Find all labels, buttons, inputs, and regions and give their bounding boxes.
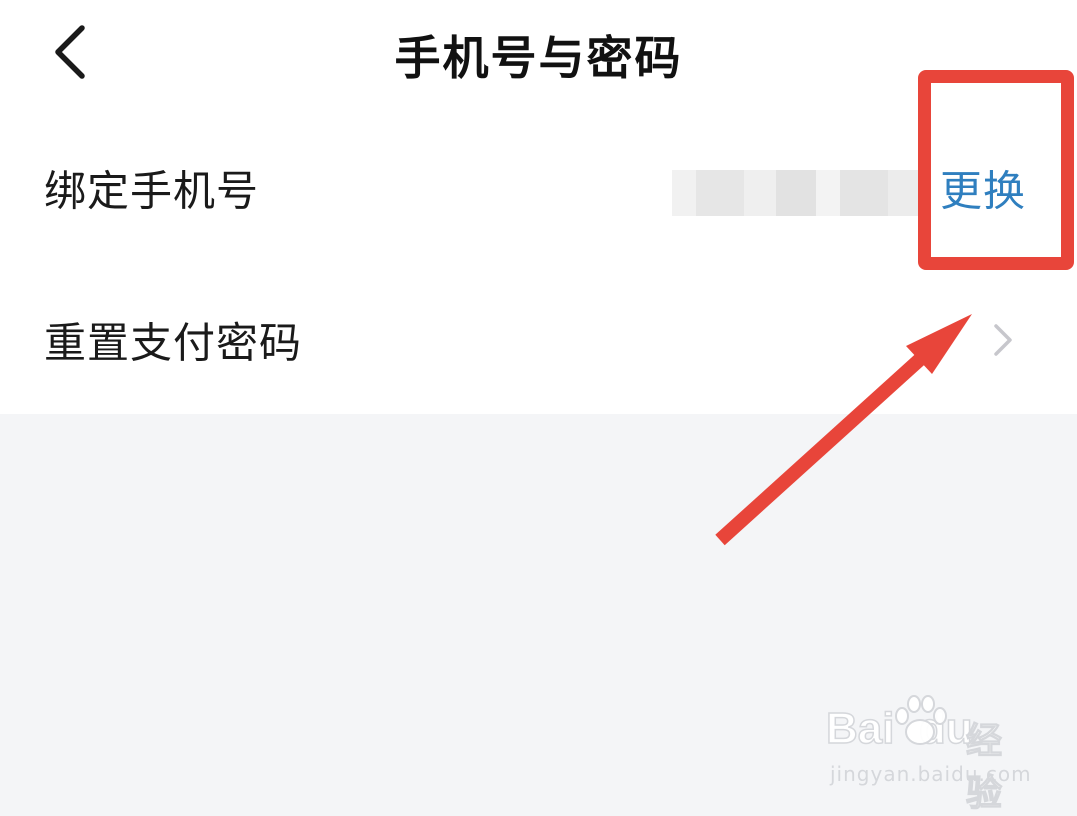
reset-pay-password-row[interactable]: 重置支付密码 — [0, 280, 1077, 400]
bind-phone-row: 绑定手机号 更换 — [0, 128, 1077, 248]
paw-icon — [895, 695, 947, 745]
reset-pay-password-label: 重置支付密码 — [44, 318, 303, 368]
change-phone-button[interactable]: 更换 — [940, 158, 1026, 219]
masked-phone-number — [672, 170, 920, 216]
chevron-right-icon — [994, 324, 1012, 356]
page-title: 手机号与密码 — [394, 31, 683, 85]
baidu-watermark: Bai du 经验 jingyan.baidu.com — [825, 690, 1031, 815]
settings-panel: 手机号与密码 绑定手机号 更换 重置支付密码 — [0, 0, 1077, 414]
bind-phone-label: 绑定手机号 — [44, 166, 260, 216]
watermark-url: jingyan.baidu.com — [830, 762, 1032, 786]
